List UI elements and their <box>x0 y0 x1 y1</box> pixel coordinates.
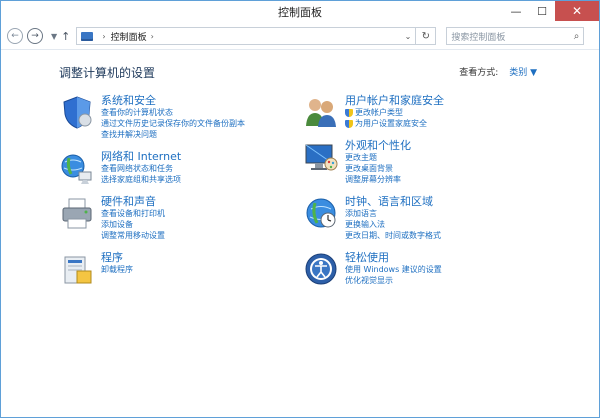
group-title[interactable]: 时钟、语言和区域 <box>345 195 441 208</box>
link-screen-resolution[interactable]: 调整屏幕分辨率 <box>345 174 411 185</box>
view-by-dropdown[interactable]: 类别 ▼ <box>509 68 537 78</box>
link-add-language[interactable]: 添加语言 <box>345 208 441 219</box>
page-title: 调整计算机的设置 <box>59 66 156 80</box>
monitor-palette-icon[interactable] <box>303 139 339 175</box>
link-add-device[interactable]: 添加设备 <box>101 219 165 230</box>
uac-shield-icon <box>345 108 353 117</box>
view-by-label: 查看方式: <box>459 68 499 78</box>
link-troubleshoot[interactable]: 查找并解决问题 <box>101 129 245 140</box>
globe-network-icon[interactable] <box>59 150 95 186</box>
link-devices-printers[interactable]: 查看设备和打印机 <box>101 208 165 219</box>
control-panel-window: 控制面板 — ☐ ✕ ← → ▼ ↑ › 控制面板 › ⌄ ↻ 搜索控制面板 ⌕… <box>0 0 600 418</box>
group-title[interactable]: 外观和个性化 <box>345 139 411 152</box>
link-network-status[interactable]: 查看网络状态和任务 <box>101 163 181 174</box>
link-recommended-settings[interactable]: 使用 Windows 建议的设置 <box>345 264 442 275</box>
search-icon[interactable]: ⌕ <box>574 31 580 42</box>
link-change-input-method[interactable]: 更换输入法 <box>345 219 441 230</box>
address-dropdown-icon[interactable]: ⌄ <box>405 32 412 41</box>
group-title[interactable]: 网络和 Internet <box>101 150 181 163</box>
address-bar[interactable]: › 控制面板 › ⌄ <box>76 27 417 45</box>
group-title[interactable]: 轻松使用 <box>345 251 442 264</box>
category-appearance: 外观和个性化 更改主题 更改桌面背景 调整屏幕分辨率 <box>303 139 411 185</box>
refresh-button[interactable]: ↻ <box>416 27 437 45</box>
link-change-wallpaper[interactable]: 更改桌面背景 <box>345 163 411 174</box>
link-family-safety[interactable]: 为用户设置家庭安全 <box>345 118 444 129</box>
search-box[interactable]: 搜索控制面板 ⌕ <box>446 27 585 45</box>
link-view-status[interactable]: 查看你的计算机状态 <box>101 107 245 118</box>
ease-of-access-icon[interactable] <box>303 251 339 287</box>
category-network-internet: 网络和 Internet 查看网络状态和任务 选择家庭组和共享选项 <box>59 150 181 186</box>
breadcrumb-separator[interactable]: › <box>102 32 105 41</box>
programs-icon[interactable] <box>59 251 95 287</box>
link-label[interactable]: 更改帐户类型 <box>355 107 403 118</box>
link-change-account-type[interactable]: 更改帐户类型 <box>345 107 444 118</box>
category-programs: 程序 卸载程序 <box>59 251 133 287</box>
link-uninstall-program[interactable]: 卸载程序 <box>101 264 133 275</box>
control-panel-icon <box>81 31 94 41</box>
link-change-theme[interactable]: 更改主题 <box>345 152 411 163</box>
forward-button[interactable]: → <box>27 28 43 44</box>
category-ease-access: 轻松使用 使用 Windows 建议的设置 优化视觉显示 <box>303 251 442 287</box>
category-clock-language: 时钟、语言和区域 添加语言 更换输入法 更改日期、时间或数字格式 <box>303 195 441 241</box>
minimize-button[interactable]: — <box>503 1 529 21</box>
group-title[interactable]: 程序 <box>101 251 133 264</box>
category-hardware-sound: 硬件和声音 查看设备和打印机 添加设备 调整常用移动设置 <box>59 195 165 241</box>
close-button[interactable]: ✕ <box>555 1 599 21</box>
link-label[interactable]: 为用户设置家庭安全 <box>355 118 427 129</box>
link-homegroup[interactable]: 选择家庭组和共享选项 <box>101 174 181 185</box>
category-user-accounts: 用户帐户和家庭安全 更改帐户类型 为用户设置家庭安全 <box>303 94 444 130</box>
group-title[interactable]: 硬件和声音 <box>101 195 165 208</box>
back-button[interactable]: ← <box>7 28 23 44</box>
link-mobility-settings[interactable]: 调整常用移动设置 <box>101 230 165 241</box>
link-date-time-format[interactable]: 更改日期、时间或数字格式 <box>345 230 441 241</box>
recent-locations-icon[interactable]: ▼ <box>51 32 57 41</box>
window-controls: — ☐ ✕ <box>503 1 599 21</box>
link-optimize-visual[interactable]: 优化视觉显示 <box>345 275 442 286</box>
navigation-bar: ← → ▼ ↑ › 控制面板 › ⌄ ↻ 搜索控制面板 ⌕ <box>1 23 599 50</box>
window-title: 控制面板 <box>278 6 322 19</box>
group-title[interactable]: 系统和安全 <box>101 94 245 107</box>
uac-shield-icon <box>345 119 353 128</box>
breadcrumb-control-panel[interactable]: 控制面板 <box>111 30 147 43</box>
maximize-button[interactable]: ☐ <box>529 1 555 21</box>
view-by: 查看方式: 类别 ▼ <box>459 65 537 78</box>
search-input[interactable]: 搜索控制面板 <box>451 30 573 43</box>
users-icon[interactable] <box>303 94 339 130</box>
clock-globe-icon[interactable] <box>303 195 339 231</box>
shield-icon[interactable] <box>59 94 95 130</box>
printer-icon[interactable] <box>59 195 95 231</box>
link-file-history[interactable]: 通过文件历史记录保存你的文件备份副本 <box>101 118 245 129</box>
category-system-security: 系统和安全 查看你的计算机状态 通过文件历史记录保存你的文件备份副本 查找并解决… <box>59 94 245 140</box>
title-bar[interactable]: 控制面板 — ☐ ✕ <box>1 1 599 23</box>
group-title[interactable]: 用户帐户和家庭安全 <box>345 94 444 107</box>
up-button[interactable]: ↑ <box>61 30 70 43</box>
breadcrumb-separator-2[interactable]: › <box>151 32 154 41</box>
